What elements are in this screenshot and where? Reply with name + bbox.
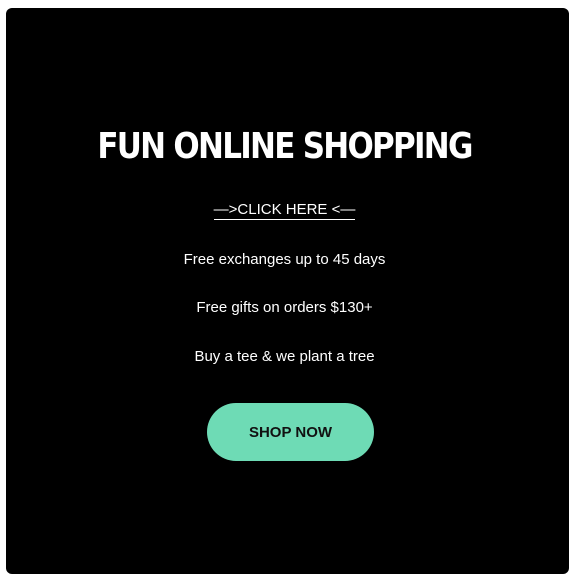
banner-title: FUN ONLINE SHOPPING <box>97 126 473 167</box>
perk-plant-a-tree: Buy a tee & we plant a tree <box>194 348 375 365</box>
click-here-link-container: —>CLICK HERE <— <box>0 200 569 220</box>
click-here-link[interactable]: —>CLICK HERE <— <box>213 201 356 220</box>
perk-free-gifts: Free gifts on orders $130+ <box>196 299 373 316</box>
perk-free-exchanges: Free exchanges up to 45 days <box>183 251 386 268</box>
shop-now-button[interactable]: SHOP NOW <box>207 403 374 461</box>
promo-banner <box>6 8 569 574</box>
